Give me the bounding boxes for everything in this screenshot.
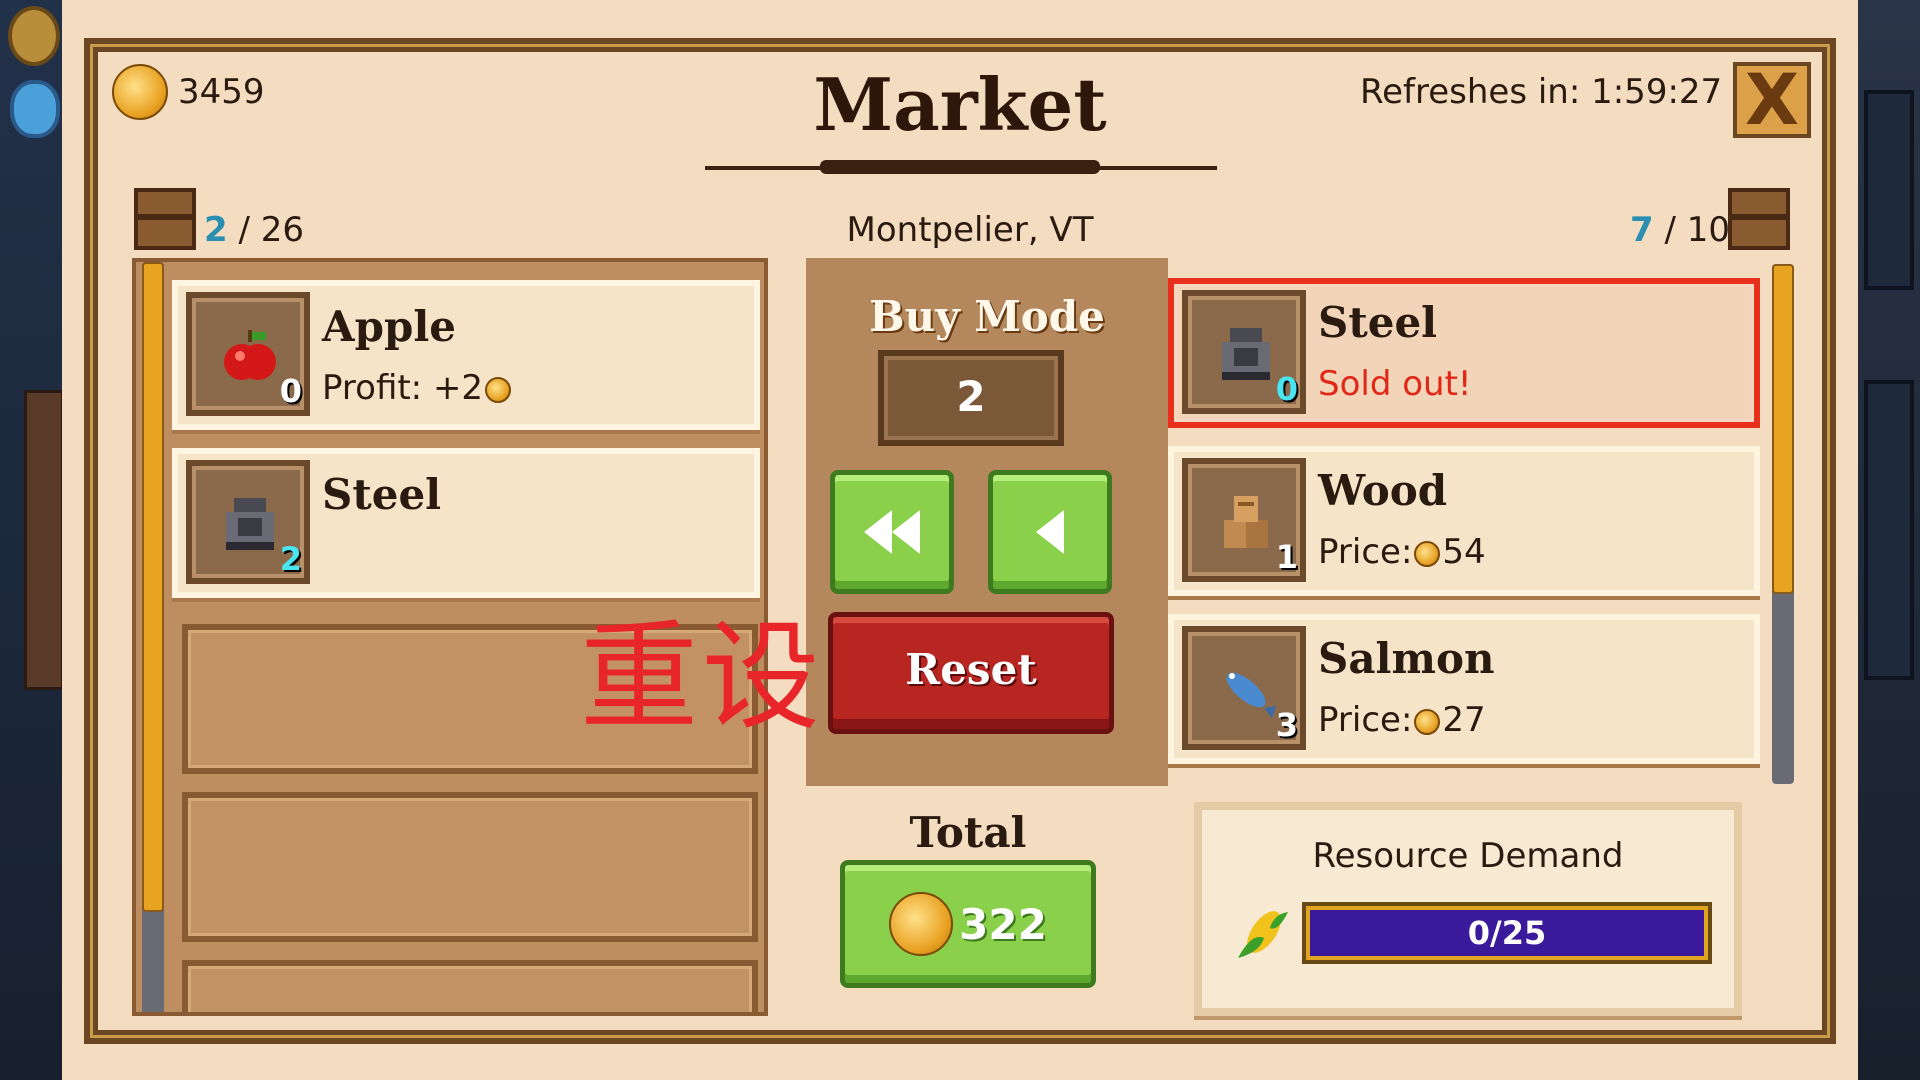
market-item-steel[interactable]: 0 Steel Sold out! <box>1168 278 1760 428</box>
item-name: Wood <box>1318 466 1448 515</box>
title-ornament <box>820 160 1100 174</box>
steel-icon <box>214 488 286 560</box>
item-price: Price: 27 <box>1318 700 1486 740</box>
market-scrollbar[interactable] <box>1772 264 1794 784</box>
item-icon-frame: 0 <box>186 292 310 416</box>
item-price: Price: 54 <box>1318 532 1486 572</box>
item-profit: Profit: +2 <box>322 368 513 408</box>
double-left-arrow-icon <box>864 510 920 554</box>
item-icon-frame: 1 <box>1182 458 1306 582</box>
decrease-fast-button[interactable] <box>830 470 954 594</box>
quantity-display[interactable]: 2 <box>878 350 1064 446</box>
total-value: 322 <box>959 899 1047 949</box>
item-icon-frame: 2 <box>186 460 310 584</box>
item-name: Steel <box>322 470 442 519</box>
market-item-wood[interactable]: 1 Wood Price: 54 <box>1168 446 1760 596</box>
total-label: Total <box>909 808 1027 857</box>
salmon-icon <box>1210 654 1282 726</box>
item-icon-frame: 3 <box>1182 626 1306 750</box>
inventory-empty-slot[interactable] <box>182 792 758 942</box>
item-icon-frame: 0 <box>1182 290 1306 414</box>
background-right <box>1858 0 1920 1080</box>
inventory-scrollbar[interactable] <box>142 262 164 1012</box>
market-chest-icon <box>1728 188 1790 250</box>
market-list: 0 Steel Sold out! 1 Wood Price: 54 3 Salm… <box>1168 264 1768 784</box>
background-window <box>1864 380 1914 680</box>
reset-overlay-annotation: 重设 <box>580 608 825 746</box>
apple-icon <box>214 320 286 392</box>
item-quantity: 0 <box>1275 370 1298 408</box>
item-name: Apple <box>322 302 456 351</box>
decrease-button[interactable] <box>988 470 1112 594</box>
item-quantity: 1 <box>1275 538 1298 576</box>
item-quantity: 3 <box>1275 706 1298 744</box>
market-count: 7 / 10 <box>1630 210 1731 250</box>
coin-icon <box>1414 708 1441 735</box>
background-coin-icon <box>8 6 60 66</box>
item-name: Steel <box>1318 298 1438 347</box>
background-building <box>24 390 64 690</box>
item-name: Salmon <box>1318 634 1495 683</box>
item-quantity: 2 <box>279 540 302 578</box>
coin-icon <box>1414 540 1441 567</box>
coin-icon <box>889 892 954 956</box>
item-sold-out: Sold out! <box>1318 364 1472 404</box>
inventory-count: 2 / 26 <box>204 210 305 250</box>
close-icon: X <box>1745 59 1799 141</box>
steel-icon <box>1210 318 1282 390</box>
background-left <box>0 0 64 1080</box>
inventory-chest-icon <box>134 188 196 250</box>
demand-progress-fill: 0/25 <box>1310 910 1704 956</box>
gold-coin-icon <box>112 64 168 120</box>
resource-demand-title: Resource Demand <box>1312 836 1624 876</box>
refresh-timer: Refreshes in: 1:59:27 <box>1360 72 1723 112</box>
market-item-salmon[interactable]: 3 Salmon Price: 27 <box>1168 614 1760 764</box>
location-label: Montpelier, VT <box>846 210 1094 250</box>
market-scroll-thumb[interactable] <box>1772 264 1794 594</box>
reset-button[interactable]: Reset <box>828 612 1114 734</box>
page-title: Market <box>813 62 1107 147</box>
demand-progress-bar: 0/25 <box>1302 902 1712 964</box>
left-arrow-icon <box>1036 510 1064 554</box>
inventory-empty-slot[interactable] <box>182 960 758 1012</box>
buy-mode-label: Buy Mode <box>869 292 1105 341</box>
item-quantity: 0 <box>279 372 302 410</box>
coin-icon <box>485 376 512 403</box>
inventory-item-apple[interactable]: 0 Apple Profit: +2 <box>172 280 760 430</box>
wood-icon <box>1210 486 1282 558</box>
confirm-purchase-button[interactable]: 322 <box>840 860 1096 988</box>
close-button[interactable]: X <box>1733 62 1811 138</box>
inventory-item-steel[interactable]: 2 Steel <box>172 448 760 598</box>
resource-demand-panel: Resource Demand 0/25 <box>1194 802 1742 1016</box>
background-gem-icon <box>10 80 60 138</box>
gold-amount: 3459 <box>178 72 265 112</box>
background-window <box>1864 90 1914 290</box>
inventory-scroll-thumb[interactable] <box>142 262 164 912</box>
demand-progress-text: 0/25 <box>1467 914 1547 952</box>
corn-icon <box>1232 902 1294 964</box>
